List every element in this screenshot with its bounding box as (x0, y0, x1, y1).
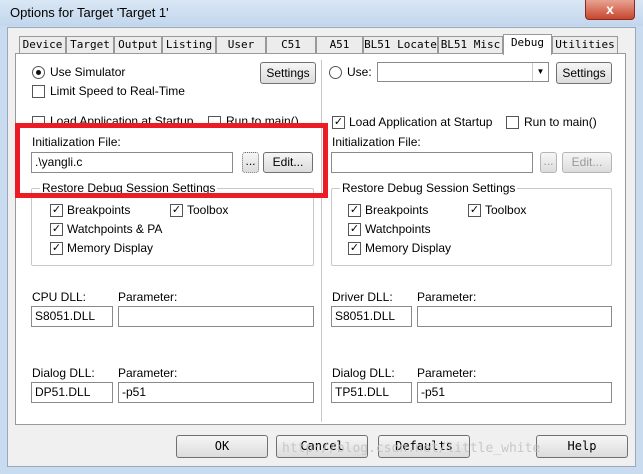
left-watchpoints-label: Watchpoints & PA (67, 222, 163, 236)
tab-bl51-misc[interactable]: BL51 Misc (438, 36, 503, 54)
tab-user[interactable]: User (216, 36, 266, 54)
tab-label: A51 (329, 38, 350, 51)
left-dialog-dll-input[interactable]: DP51.DLL (31, 382, 113, 403)
limit-speed-label: Limit Speed to Real-Time (50, 84, 185, 98)
right-dialog-dll-input[interactable]: TP51.DLL (331, 382, 412, 403)
right-load-app-checkbox[interactable]: ✓ (332, 116, 345, 129)
tab-label: Listing (165, 38, 213, 51)
right-toolbox-label: Toolbox (485, 203, 527, 217)
driver-dll-input[interactable]: S8051.DLL (331, 306, 412, 327)
tab-output[interactable]: Output (114, 36, 162, 54)
driver-parameter-input[interactable] (417, 306, 612, 327)
right-dialog-dll-label: Dialog DLL: (332, 366, 395, 380)
left-toolbox-checkbox[interactable]: ✓ (170, 204, 183, 217)
right-dialog-parameter-label: Parameter: (417, 366, 477, 380)
left-dialog-dll-label: Dialog DLL: (32, 366, 95, 380)
right-memory-label: Memory Display (365, 241, 452, 255)
right-watchpoints-checkbox[interactable]: ✓ (348, 223, 361, 236)
watermark-text: http://blog.csdn.net/little_white (282, 441, 541, 456)
simulator-settings-button[interactable]: Settings (260, 62, 316, 84)
window-title: Options for Target 'Target 1' (10, 5, 169, 20)
tab-label: Device (22, 38, 63, 51)
help-button[interactable]: Help (536, 435, 628, 458)
cpu-dll-label: CPU DLL: (32, 290, 87, 304)
right-load-app-label: Load Application at Startup (349, 115, 493, 129)
tab-label: C51 (281, 38, 301, 51)
left-dialog-parameter-input[interactable]: -p51 (118, 382, 314, 403)
right-dialog-parameter-input[interactable]: -p51 (417, 382, 612, 403)
left-breakpoints-label: Breakpoints (67, 203, 131, 217)
right-run-to-main-label: Run to main() (524, 115, 597, 129)
right-watchpoints-label: Watchpoints (365, 222, 431, 236)
right-init-file-input[interactable] (331, 152, 533, 173)
use-simulator-radio[interactable] (32, 66, 45, 79)
close-button[interactable]: x (585, 0, 635, 20)
ok-button[interactable]: OK (176, 435, 268, 458)
tab-listing[interactable]: Listing (162, 36, 216, 54)
use-simulator-label: Use Simulator (50, 65, 126, 79)
use-target-radio[interactable] (329, 66, 342, 79)
tab-a51[interactable]: A51 (316, 36, 363, 54)
cpu-dll-input[interactable]: S8051.DLL (31, 306, 113, 327)
title-bar: Options for Target 'Target 1' (0, 0, 643, 26)
tab-label: User (227, 38, 255, 51)
red-highlight-box (15, 123, 328, 198)
right-init-file-label: Initialization File: (332, 135, 421, 149)
right-run-to-main-checkbox[interactable] (506, 116, 519, 129)
left-memory-checkbox[interactable]: ✓ (50, 242, 63, 255)
tab-target[interactable]: Target (66, 36, 114, 54)
driver-select[interactable]: ▼ (377, 62, 549, 82)
tab-label: BL51 Misc (440, 38, 501, 51)
driver-parameter-label: Parameter: (417, 290, 477, 304)
tab-utilities[interactable]: Utilities (552, 36, 618, 54)
limit-speed-checkbox[interactable] (32, 85, 45, 98)
driver-dll-label: Driver DLL: (332, 290, 393, 304)
left-watchpoints-checkbox[interactable]: ✓ (50, 223, 63, 236)
right-memory-checkbox[interactable]: ✓ (348, 242, 361, 255)
tab-c51[interactable]: C51 (266, 36, 316, 54)
left-breakpoints-checkbox[interactable]: ✓ (50, 204, 63, 217)
cpu-parameter-label: Parameter: (118, 290, 178, 304)
tab-label: Target (70, 38, 110, 51)
right-browse-button[interactable]: ... (540, 152, 557, 173)
tab-bl51-locate[interactable]: BL51 Locate (363, 36, 438, 54)
use-label: Use: (347, 65, 372, 79)
tab-label: Utilities (555, 38, 615, 51)
right-edit-button[interactable]: Edit... (562, 152, 612, 173)
left-dialog-parameter-label: Parameter: (118, 366, 178, 380)
chevron-down-icon: ▼ (532, 63, 548, 81)
right-breakpoints-label: Breakpoints (365, 203, 429, 217)
close-icon: x (606, 1, 614, 17)
left-toolbox-label: Toolbox (187, 203, 229, 217)
tab-label: BL51 Locate (364, 38, 437, 51)
tab-label: Output (118, 38, 158, 51)
cpu-parameter-input[interactable] (118, 306, 314, 327)
tab-device[interactable]: Device (19, 36, 66, 54)
tab-strip: Device Target Output Listing User C51 A5… (15, 34, 625, 55)
target-settings-button[interactable]: Settings (556, 62, 612, 84)
tab-label: Debug (510, 36, 545, 49)
left-memory-label: Memory Display (67, 241, 154, 255)
tab-debug[interactable]: Debug (503, 34, 552, 55)
right-restore-title: Restore Debug Session Settings (340, 181, 518, 195)
panel-divider (321, 60, 322, 422)
right-toolbox-checkbox[interactable]: ✓ (468, 204, 481, 217)
right-breakpoints-checkbox[interactable]: ✓ (348, 204, 361, 217)
